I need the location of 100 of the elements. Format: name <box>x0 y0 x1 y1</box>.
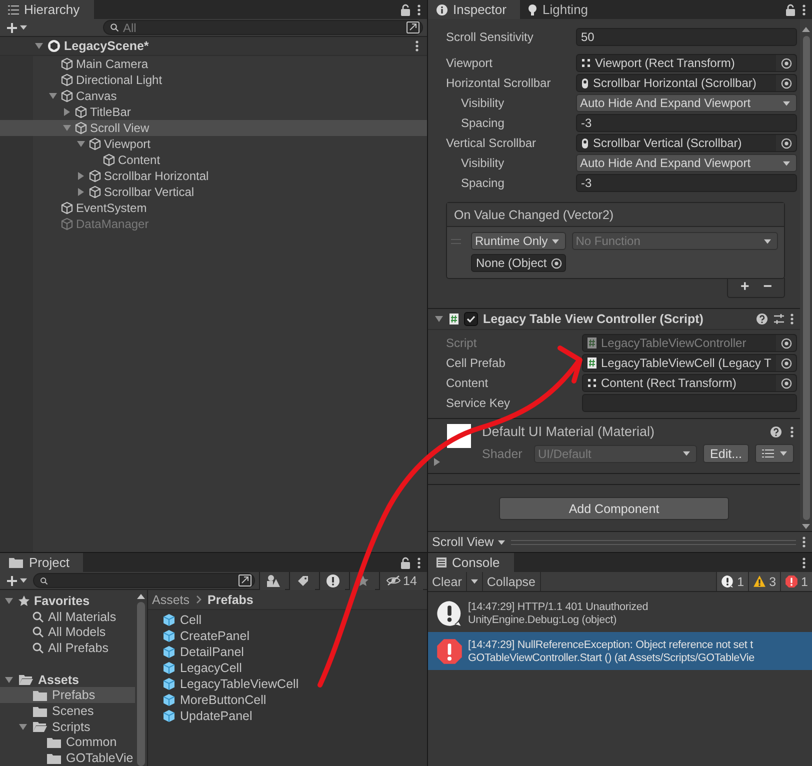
expand-arrow-icon[interactable] <box>4 596 14 606</box>
object-picker-icon[interactable] <box>780 58 792 68</box>
folder-item[interactable]: Scripts <box>0 718 135 735</box>
scroll-down-icon[interactable] <box>802 524 810 529</box>
expand-arrow-icon[interactable] <box>48 91 58 101</box>
hierarchy-item[interactable]: Canvas <box>0 88 427 104</box>
favorites-header[interactable]: Favorites <box>0 593 135 609</box>
hierarchy-item[interactable]: Content <box>0 152 427 168</box>
add-component-button[interactable]: Add Component <box>499 497 729 520</box>
expand-arrow-icon[interactable] <box>4 674 14 685</box>
more-options-icon[interactable] <box>790 426 794 438</box>
object-picker-icon[interactable] <box>780 78 792 88</box>
hierarchy-item[interactable]: Viewport <box>0 136 427 152</box>
log-entry[interactable]: [14:47:29] NullReferenceException: Object reference not set t GOTableViewController.Start () (at Assets/Scripts/GOTableVie <box>428 632 812 670</box>
list-button[interactable]: + <box>738 279 752 295</box>
hidden-packages-button[interactable]: 14 <box>379 572 423 590</box>
folder-item[interactable]: Scenes <box>0 703 135 719</box>
log-entry[interactable]: [14:47:29] HTTP/1.1 401 Unauthorized UnityEngine.Debug:Log (object) <box>428 594 812 632</box>
asset-item[interactable]: CreatePanel <box>162 628 427 644</box>
asset-item[interactable]: DetailPanel <box>162 644 427 660</box>
more-options-icon[interactable] <box>802 4 806 16</box>
favorite-item[interactable]: All Models <box>0 624 135 640</box>
filter-by-type-button[interactable] <box>259 572 285 590</box>
breadcrumb-link[interactable]: Assets <box>152 592 190 606</box>
more-options-icon[interactable] <box>790 313 794 325</box>
panel-tab[interactable]: Console <box>428 553 514 572</box>
edit-button[interactable]: Edit... <box>703 444 749 463</box>
object-picker-icon[interactable] <box>550 258 562 268</box>
expand-arrow-icon[interactable] <box>34 41 44 51</box>
asset-item[interactable]: LegacyCell <box>162 660 427 676</box>
expand-arrow-icon[interactable] <box>76 187 86 197</box>
lock-icon[interactable] <box>400 556 411 568</box>
search-field[interactable] <box>33 573 255 588</box>
hierarchy-item[interactable]: Scrollbar Horizontal <box>0 168 427 184</box>
create-button[interactable] <box>4 22 29 34</box>
collapse-button[interactable]: Collapse <box>482 572 541 591</box>
object-picker-icon[interactable] <box>780 138 792 148</box>
menu-button[interactable] <box>755 444 794 463</box>
expand-arrow-icon[interactable] <box>18 722 28 732</box>
log-filter-button[interactable]: 3 <box>748 572 780 591</box>
hierarchy-item[interactable]: Scroll View <box>0 120 427 136</box>
lock-icon[interactable] <box>785 4 796 16</box>
favorite-item[interactable]: All Prefabs <box>0 640 135 656</box>
object-field[interactable]: Viewport (Rect Transform) <box>576 54 797 72</box>
asset-item[interactable]: MoreButtonCell <box>162 692 427 708</box>
dropdown[interactable]: Auto Hide And Expand Viewport <box>576 154 797 172</box>
expand-arrow-icon[interactable] <box>62 123 72 133</box>
folder-item[interactable]: Common <box>0 734 135 750</box>
drag-handle[interactable] <box>451 238 461 244</box>
folder-item[interactable]: GOTableVie <box>0 750 135 766</box>
expand-arrow-icon[interactable] <box>76 139 86 149</box>
log-filter-button[interactable]: 1 <box>780 572 812 591</box>
breadcrumb-link[interactable]: Prefabs <box>208 592 254 606</box>
object-field[interactable]: None (Object <box>471 254 566 272</box>
maximize-icon[interactable] <box>406 21 420 34</box>
more-options-icon[interactable] <box>417 4 421 16</box>
help-icon[interactable] <box>756 313 768 325</box>
object-field[interactable]: Scrollbar Vertical (Scrollbar) <box>576 134 797 152</box>
number-field[interactable]: -3 <box>576 114 797 132</box>
create-button[interactable] <box>4 574 29 586</box>
clear-button[interactable]: Clear <box>428 572 467 591</box>
folder-item[interactable]: Prefabs <box>0 687 135 704</box>
maximize-icon[interactable] <box>238 574 252 587</box>
sliders-icon[interactable] <box>773 313 785 325</box>
expand-arrow-icon[interactable] <box>434 314 444 324</box>
selection-dropdown[interactable]: Scroll View <box>432 535 505 549</box>
panel-tab[interactable]: Project <box>0 553 84 572</box>
object-picker-icon[interactable] <box>780 358 792 368</box>
favorite-item[interactable]: All Materials <box>0 608 135 624</box>
object-field[interactable]: Content (Rect Transform) <box>582 374 797 392</box>
asset-item[interactable]: UpdatePanel <box>162 708 427 724</box>
help-icon[interactable] <box>770 426 782 438</box>
more-options-icon[interactable] <box>802 556 806 568</box>
more-options-icon[interactable] <box>417 556 421 568</box>
hierarchy-item[interactable]: TitleBar <box>0 104 427 120</box>
search-field[interactable]: All <box>103 20 423 35</box>
dropdown[interactable]: Runtime Only <box>471 232 566 250</box>
lock-icon[interactable] <box>400 4 411 16</box>
more-options-icon[interactable] <box>802 536 806 548</box>
scroll-up-icon[interactable] <box>137 594 145 599</box>
scrollbar-thumb[interactable] <box>802 36 810 520</box>
more-options-icon[interactable] <box>415 40 419 52</box>
filter-by-label-button[interactable] <box>289 572 315 590</box>
assets-header[interactable]: Assets <box>0 672 135 688</box>
panel-tab[interactable]: Hierarchy <box>0 0 94 19</box>
asset-item[interactable]: Cell <box>162 612 427 628</box>
expand-arrow-icon[interactable] <box>76 171 86 181</box>
checkbox[interactable] <box>464 312 478 326</box>
expand-arrow-icon[interactable] <box>62 107 72 117</box>
filter-by-status-button[interactable] <box>319 572 345 590</box>
object-field[interactable]: LegacyTableViewCell (Legacy T <box>582 354 797 372</box>
scroll-up-icon[interactable] <box>802 27 810 32</box>
object-field[interactable]: Scrollbar Horizontal (Scrollbar) <box>576 74 797 92</box>
scrollbar-thumb[interactable] <box>137 602 145 766</box>
asset-item[interactable]: LegacyTableViewCell <box>162 676 427 692</box>
expand-arrow-icon[interactable] <box>432 457 442 467</box>
log-filter-button[interactable]: 1 <box>716 572 748 591</box>
object-picker-icon[interactable] <box>780 378 792 388</box>
number-field[interactable]: -3 <box>576 174 797 192</box>
list-button[interactable]: − <box>761 279 774 295</box>
